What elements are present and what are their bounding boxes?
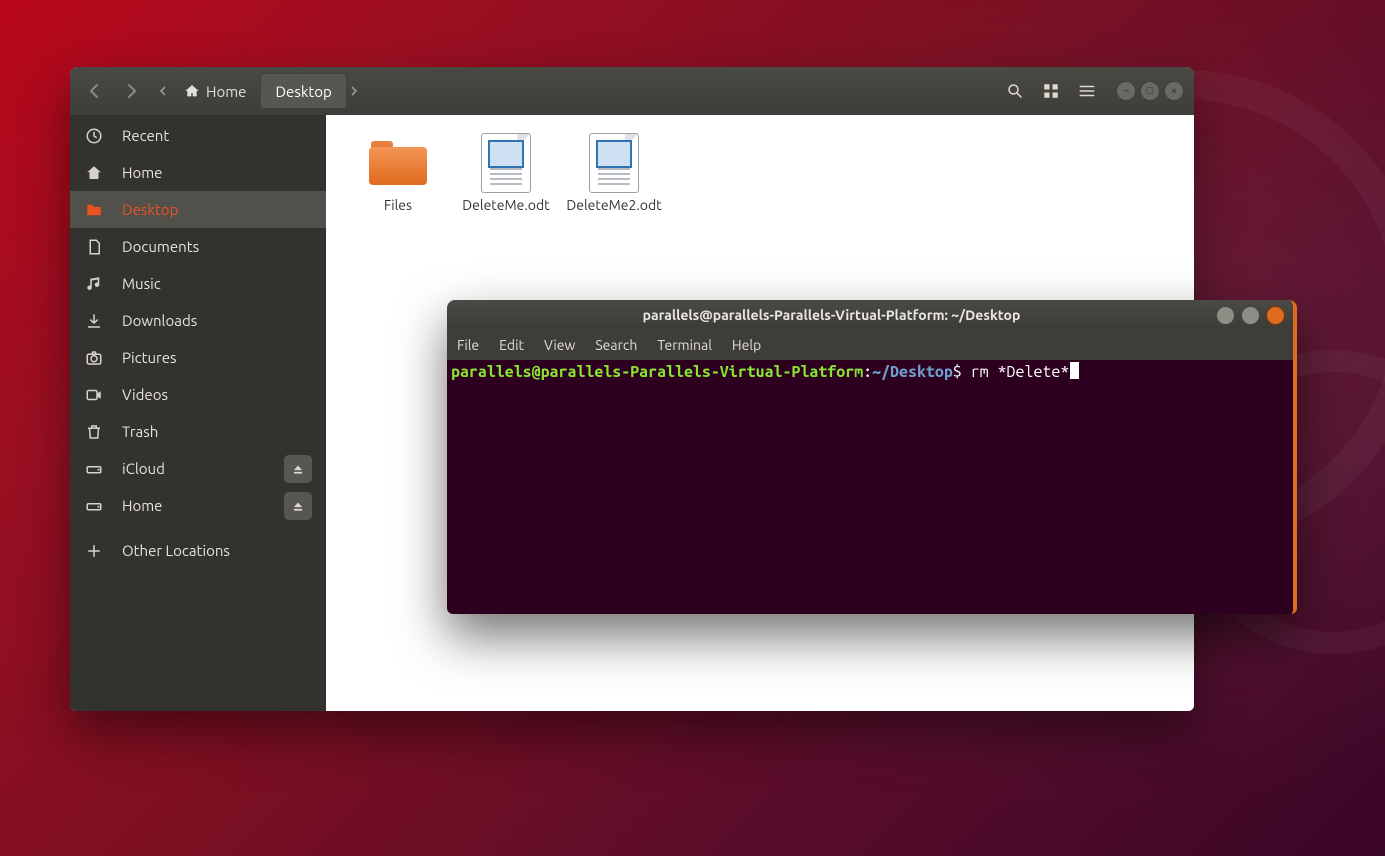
folder-icon xyxy=(84,201,104,219)
folder-item[interactable]: Files xyxy=(354,133,442,215)
folder-icon xyxy=(369,141,427,185)
window-minimize-button[interactable]: – xyxy=(1116,81,1136,101)
sidebar-item-trash[interactable]: Trash xyxy=(70,413,326,450)
terminal-window-controls xyxy=(1216,306,1293,325)
eject-button[interactable] xyxy=(284,455,312,483)
prompt-cwd: ~/Desktop xyxy=(872,363,953,381)
home-icon xyxy=(84,164,104,182)
breadcrumb-left-icon[interactable] xyxy=(156,74,170,108)
sidebar-item-label: Music xyxy=(122,275,161,292)
sidebar-item-label: Videos xyxy=(122,386,168,403)
item-label: DeleteMe.odt xyxy=(462,197,549,215)
sidebar-item-label: Home xyxy=(122,497,162,514)
sidebar-item-label: Desktop xyxy=(122,201,178,218)
terminal-window: parallels@parallels-Parallels-Virtual-Pl… xyxy=(447,300,1297,614)
hamburger-icon xyxy=(1078,82,1096,100)
breadcrumb-label: Home xyxy=(206,83,246,100)
nav-forward-button[interactable] xyxy=(116,76,146,106)
item-label: Files xyxy=(384,197,412,215)
odt-file-icon xyxy=(481,133,531,193)
odt-file-icon xyxy=(589,133,639,193)
file-manager-sidebar: Recent Home Desktop Documents Music Down… xyxy=(70,115,326,711)
plus-icon xyxy=(84,542,104,560)
music-icon xyxy=(84,275,104,293)
sidebar-item-label: iCloud xyxy=(122,460,165,477)
sidebar-item-label: Recent xyxy=(122,127,169,144)
icon-view-icon xyxy=(1042,82,1060,100)
sidebar-item-home[interactable]: Home xyxy=(70,154,326,191)
menu-file[interactable]: File xyxy=(457,337,479,353)
sidebar-item-label: Other Locations xyxy=(122,542,230,559)
breadcrumbs: Home Desktop xyxy=(156,73,361,109)
sidebar-item-documents[interactable]: Documents xyxy=(70,228,326,265)
file-manager-headerbar: Home Desktop – □ × xyxy=(70,67,1194,115)
terminal-command: rm *Delete* xyxy=(971,363,1070,381)
menu-view[interactable]: View xyxy=(544,337,575,353)
breadcrumb-desktop[interactable]: Desktop xyxy=(260,73,346,109)
menu-terminal[interactable]: Terminal xyxy=(657,337,712,353)
trash-icon xyxy=(84,423,104,441)
window-controls: – □ × xyxy=(1116,81,1184,101)
drive-icon xyxy=(84,497,104,515)
menu-help[interactable]: Help xyxy=(732,337,761,353)
terminal-body[interactable]: parallels@parallels-Parallels-Virtual-Pl… xyxy=(447,360,1293,614)
sidebar-item-label: Pictures xyxy=(122,349,177,366)
sidebar-item-videos[interactable]: Videos xyxy=(70,376,326,413)
item-label: DeleteMe2.odt xyxy=(566,197,661,215)
terminal-maximize-button[interactable] xyxy=(1241,306,1260,325)
terminal-minimize-button[interactable] xyxy=(1216,306,1235,325)
sidebar-item-icloud[interactable]: iCloud xyxy=(70,450,326,487)
terminal-title: parallels@parallels-Parallels-Virtual-Pl… xyxy=(447,307,1216,323)
sidebar-item-home-drive[interactable]: Home xyxy=(70,487,326,524)
camera-icon xyxy=(84,349,104,367)
menu-search[interactable]: Search xyxy=(595,337,637,353)
video-icon xyxy=(84,386,104,404)
breadcrumb-right-icon[interactable] xyxy=(347,74,361,108)
hamburger-menu-button[interactable] xyxy=(1072,76,1102,106)
menu-edit[interactable]: Edit xyxy=(499,337,524,353)
window-maximize-button[interactable]: □ xyxy=(1140,81,1160,101)
prompt-sigil: $ xyxy=(953,363,962,381)
prompt-colon: : xyxy=(863,363,872,381)
prompt-user-host: parallels@parallels-Parallels-Virtual-Pl… xyxy=(451,363,863,381)
download-icon xyxy=(84,312,104,330)
sidebar-item-other-locations[interactable]: Other Locations xyxy=(70,532,326,569)
terminal-titlebar[interactable]: parallels@parallels-Parallels-Virtual-Pl… xyxy=(447,300,1293,330)
nav-back-button[interactable] xyxy=(80,76,110,106)
sidebar-item-recent[interactable]: Recent xyxy=(70,117,326,154)
sidebar-item-pictures[interactable]: Pictures xyxy=(70,339,326,376)
terminal-close-button[interactable] xyxy=(1266,306,1285,325)
breadcrumb-label: Desktop xyxy=(275,83,331,100)
clock-icon xyxy=(84,127,104,145)
file-item[interactable]: DeleteMe2.odt xyxy=(570,133,658,215)
sidebar-item-desktop[interactable]: Desktop xyxy=(70,191,326,228)
sidebar-item-label: Documents xyxy=(122,238,199,255)
view-toggle-button[interactable] xyxy=(1036,76,1066,106)
eject-icon xyxy=(291,462,305,476)
terminal-cursor xyxy=(1070,362,1079,379)
terminal-menubar: File Edit View Search Terminal Help xyxy=(447,330,1293,360)
search-button[interactable] xyxy=(1000,76,1030,106)
sidebar-item-label: Home xyxy=(122,164,162,181)
sidebar-item-music[interactable]: Music xyxy=(70,265,326,302)
drive-icon xyxy=(84,460,104,478)
home-icon xyxy=(184,83,200,99)
window-close-button[interactable]: × xyxy=(1164,81,1184,101)
sidebar-item-label: Trash xyxy=(122,423,158,440)
sidebar-item-label: Downloads xyxy=(122,312,197,329)
eject-button[interactable] xyxy=(284,492,312,520)
search-icon xyxy=(1006,82,1024,100)
breadcrumb-home[interactable]: Home xyxy=(170,74,260,108)
eject-icon xyxy=(291,499,305,513)
document-icon xyxy=(84,238,104,256)
sidebar-item-downloads[interactable]: Downloads xyxy=(70,302,326,339)
file-item[interactable]: DeleteMe.odt xyxy=(462,133,550,215)
